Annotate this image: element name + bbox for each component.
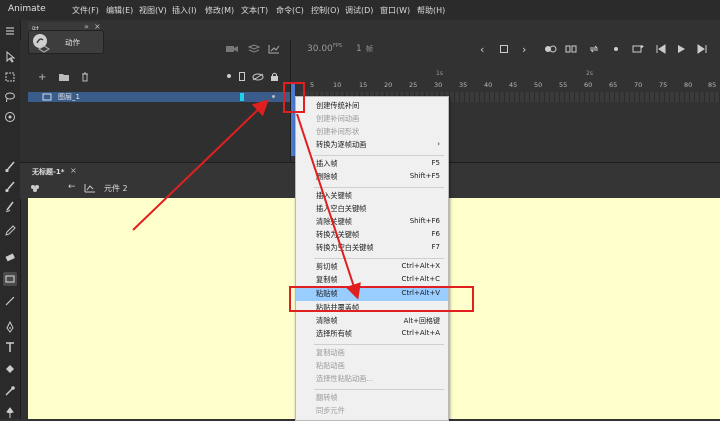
arrow-to-paste (296, 113, 361, 300)
arrow-to-frame (132, 99, 269, 231)
annotation-arrows (132, 99, 361, 300)
